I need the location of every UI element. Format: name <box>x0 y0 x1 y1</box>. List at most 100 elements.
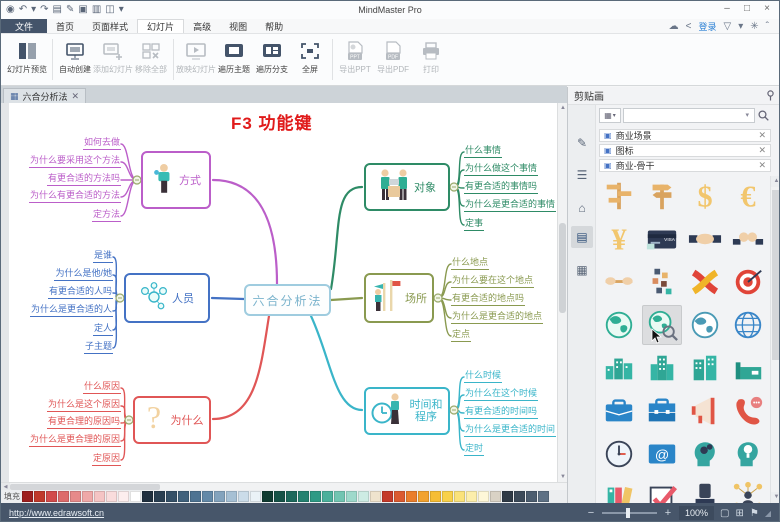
globe-map-icon[interactable] <box>685 305 725 345</box>
subtopic-label[interactable]: 为什么是更合适的事情 <box>464 199 557 212</box>
color-swatch[interactable] <box>94 491 105 502</box>
color-swatch[interactable] <box>298 491 309 502</box>
import-icon[interactable]: ▤ <box>53 2 62 18</box>
signpost-icon[interactable] <box>599 176 639 216</box>
clock-icon[interactable] <box>599 434 639 474</box>
briefcase-icon[interactable] <box>599 391 639 431</box>
color-swatch[interactable] <box>406 491 417 502</box>
mindmap-canvas[interactable]: F3 功能键 如何去做 为什么要采用这个方法 有更合适的方法吗 为什么有更合适的方法定… <box>9 103 557 482</box>
color-swatch[interactable] <box>226 491 237 502</box>
org-chart-icon[interactable] <box>728 477 768 503</box>
color-swatch[interactable] <box>322 491 333 502</box>
checkmark-icon[interactable] <box>642 477 682 503</box>
save-icon[interactable]: ▣ <box>78 2 87 18</box>
zoom-slider[interactable] <box>602 508 657 518</box>
menu-tab-幻灯片[interactable]: 幻灯片 <box>137 19 185 33</box>
subtopic-有更合适的方法吗[interactable]: 有更合适的方法吗 <box>9 168 121 186</box>
fit-window-icon[interactable]: ▢ <box>720 508 729 519</box>
subtopic-label[interactable]: 为什么是更合适的时间 <box>464 424 557 437</box>
color-swatch[interactable] <box>70 491 81 502</box>
file-menu-button[interactable]: 文件 <box>1 19 48 33</box>
category-close-icon[interactable]: ✕ <box>758 145 766 156</box>
subtopic-为什么是更合适的人[interactable]: 为什么是更合适的人 <box>9 299 113 317</box>
color-swatch[interactable] <box>154 491 165 502</box>
login-button[interactable]: 登录 <box>699 20 717 33</box>
style-brush-icon[interactable]: ✎ <box>571 132 593 154</box>
task-icon[interactable]: ▦ <box>571 259 593 281</box>
color-swatch[interactable] <box>346 491 357 502</box>
canvas-horizontal-scrollbar[interactable]: ◀ <box>1 482 567 491</box>
subtopic-label[interactable]: 为什么是他/她 <box>54 268 113 281</box>
ribbon-button-幻灯片预览[interactable]: 幻灯片预览 <box>5 37 49 82</box>
subtopic-什么事情[interactable]: 什么事情 <box>464 140 557 158</box>
subtopic-label[interactable]: 如何去做 <box>82 137 121 150</box>
more-icon[interactable]: ▾ <box>119 2 124 18</box>
head-idea-icon[interactable] <box>728 434 768 474</box>
panel-scroll-up-icon[interactable]: ▲ <box>771 176 779 187</box>
find-icon[interactable]: ⚑ <box>750 508 759 519</box>
undo-icon[interactable]: ↶ <box>19 2 27 18</box>
subtopic-什么地点[interactable]: 什么地点 <box>451 252 557 270</box>
color-swatch[interactable] <box>526 491 537 502</box>
category-close-icon[interactable]: ✕ <box>758 160 766 171</box>
subtopic-什么时候[interactable]: 什么时候 <box>464 365 557 383</box>
color-swatch[interactable] <box>370 491 381 502</box>
subtopic-label[interactable]: 为什么要采用这个方法 <box>28 155 121 168</box>
pin-icon[interactable] <box>766 90 775 101</box>
subtopic-label[interactable]: 为什么是更合适的地点 <box>451 311 544 324</box>
color-swatch[interactable] <box>130 491 141 502</box>
minimize-button[interactable]: – <box>717 1 737 17</box>
color-swatch[interactable] <box>514 491 525 502</box>
subtopic-定点[interactable]: 定点 <box>451 324 557 342</box>
color-swatch[interactable] <box>250 491 261 502</box>
color-swatch[interactable] <box>262 491 273 502</box>
tab-close-icon[interactable]: ✕ <box>72 91 80 102</box>
branch-node-场所[interactable]: 场所 <box>364 273 434 323</box>
color-swatch[interactable] <box>142 491 153 502</box>
city-icon[interactable] <box>599 348 639 388</box>
subtopic-定人[interactable]: 定人 <box>9 318 113 336</box>
redo-icon[interactable]: ↷ <box>40 2 48 18</box>
category-close-icon[interactable]: ✕ <box>758 130 766 141</box>
subtopic-label[interactable]: 有更合理的原因吗 <box>46 416 121 429</box>
factory-icon[interactable] <box>728 348 768 388</box>
subtopic-label[interactable]: 子主题 <box>83 341 113 354</box>
globe-green-icon[interactable] <box>599 305 639 345</box>
color-swatch[interactable] <box>358 491 369 502</box>
subtopic-为什么有更合适的方法[interactable]: 为什么有更合适的方法 <box>9 185 121 203</box>
panel-scroll-down-icon[interactable]: ▼ <box>771 492 779 503</box>
menu-tab-首页[interactable]: 首页 <box>47 19 83 33</box>
panel-scrollbar[interactable]: ▲ ▼ <box>770 176 779 503</box>
signpost-arrows-icon[interactable] <box>642 176 682 216</box>
color-swatch[interactable] <box>202 491 213 502</box>
subtopic-为什么要采用这个方法[interactable]: 为什么要采用这个方法 <box>9 150 121 168</box>
marker-icon[interactable]: ⌂ <box>571 197 593 219</box>
subtopic-有更合适的事情吗[interactable]: 有更合适的事情吗 <box>464 176 557 194</box>
canvas-vertical-scrollbar[interactable]: ▲ ▼ <box>557 103 567 482</box>
globe-search-icon[interactable] <box>642 305 682 345</box>
subtopic-有更合适的地点吗[interactable]: 有更合适的地点吗 <box>451 288 557 306</box>
cloud-icon[interactable]: ☁ <box>669 21 679 32</box>
cheers-icon[interactable] <box>728 219 768 259</box>
zoom-in-button[interactable]: + <box>663 507 673 519</box>
subtopic-label[interactable]: 什么原因 <box>82 381 121 394</box>
subtopic-为什么是更合适的地点[interactable]: 为什么是更合适的地点 <box>451 306 557 324</box>
subtopic-label[interactable]: 为什么做这个事情 <box>464 163 539 176</box>
menu-tab-视图[interactable]: 视图 <box>220 19 256 33</box>
subtopic-label[interactable]: 有更合适的人吗 <box>47 286 113 299</box>
branch-node-为什么[interactable]: ? 为什么 <box>133 396 211 444</box>
knot-icon[interactable] <box>685 262 725 302</box>
clipart-icon[interactable]: ▤ <box>571 226 593 248</box>
color-swatch[interactable] <box>58 491 69 502</box>
color-swatch[interactable] <box>166 491 177 502</box>
credit-card-icon[interactable]: VISA <box>642 219 682 259</box>
app-logo[interactable]: ◉ <box>6 2 15 18</box>
export-icon[interactable]: ◫ <box>105 2 114 18</box>
briefcase-open-icon[interactable] <box>642 391 682 431</box>
subtopic-有更合适的人吗[interactable]: 有更合适的人吗 <box>9 281 113 299</box>
community-icon[interactable]: ✳ <box>750 21 758 32</box>
megaphone-icon[interactable] <box>685 391 725 431</box>
email-icon[interactable]: @ <box>642 434 682 474</box>
color-swatch[interactable] <box>466 491 477 502</box>
subtopic-定事[interactable]: 定事 <box>464 213 557 231</box>
